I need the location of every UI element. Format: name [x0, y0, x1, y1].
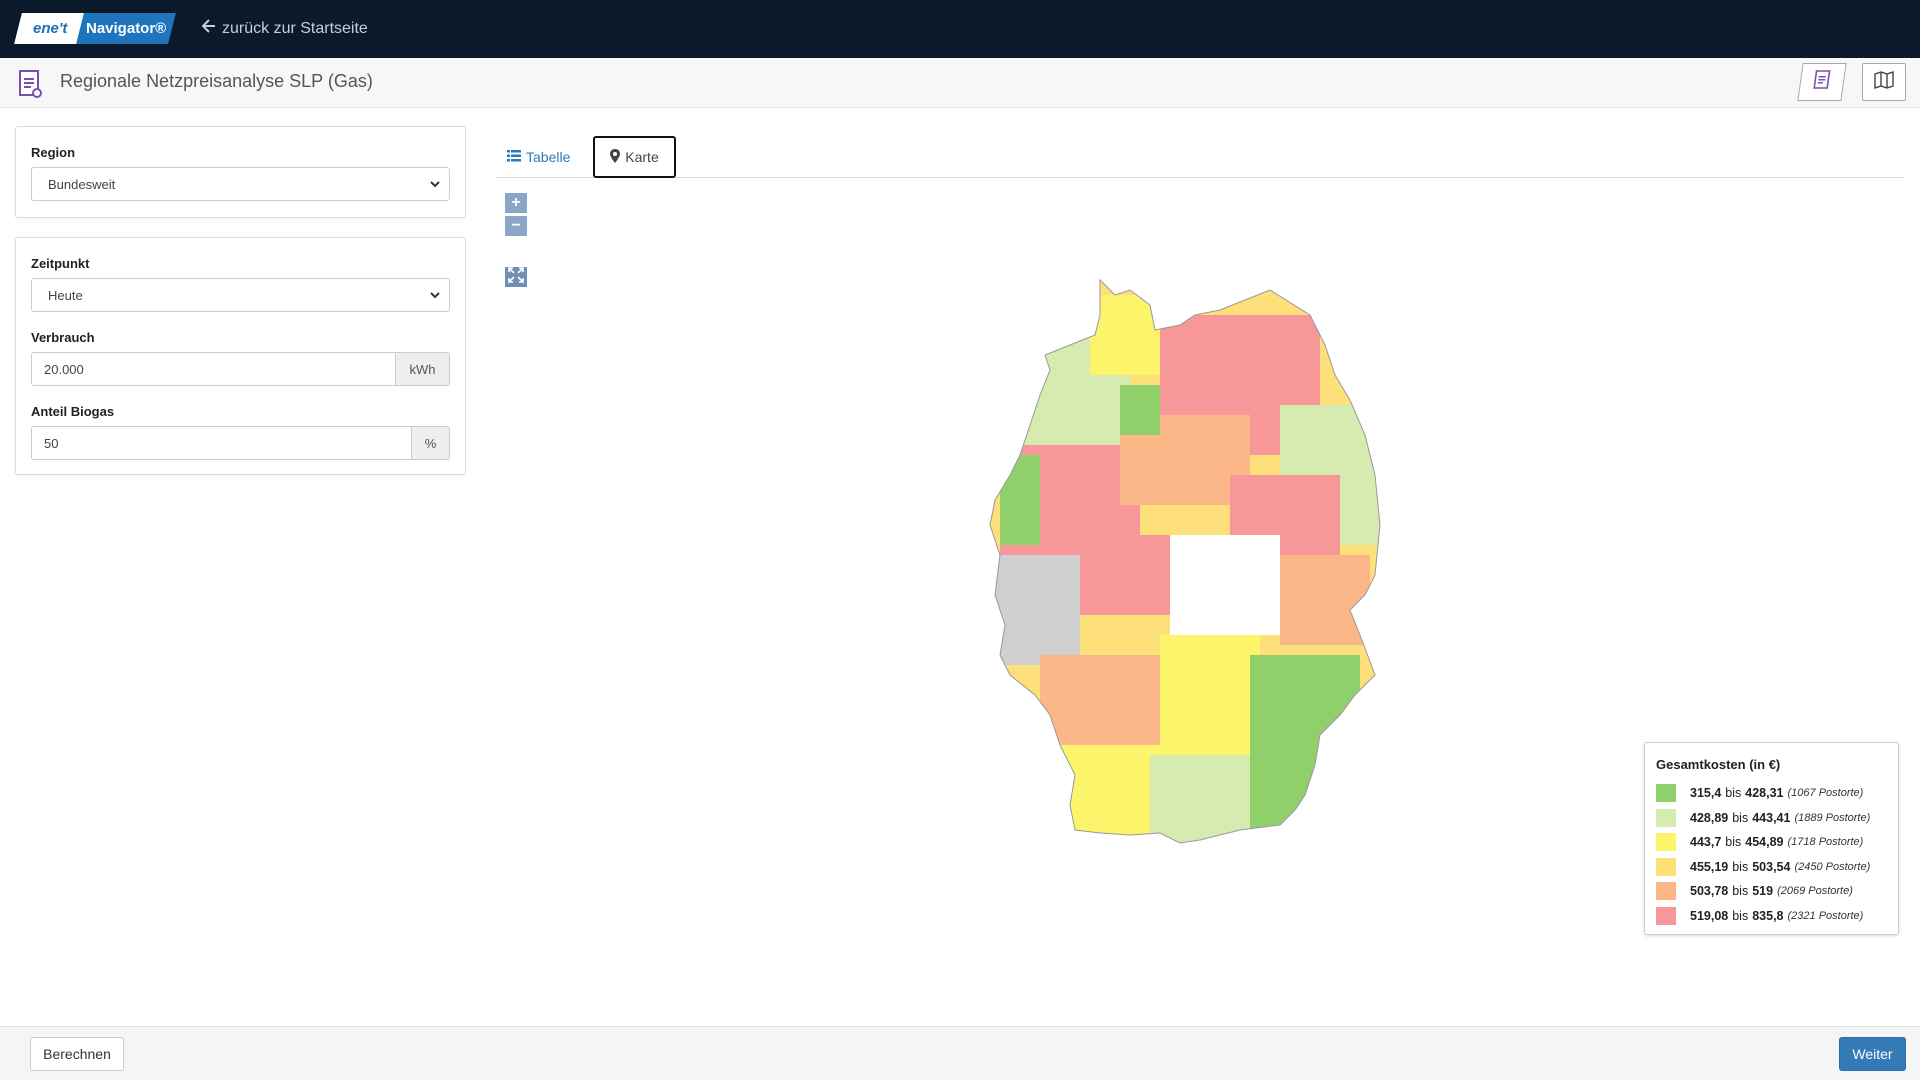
footer-bar: Berechnen Weiter	[0, 1026, 1920, 1080]
legend-separator: bis	[1732, 884, 1749, 899]
legend-swatch	[1656, 882, 1676, 901]
region-select-value: Bundesweit	[48, 177, 116, 192]
biogas-input-group: 50 %	[31, 426, 450, 460]
zeitpunkt-select[interactable]: Heute	[31, 278, 450, 312]
verbrauch-unit: kWh	[396, 352, 450, 386]
zoom-in-button[interactable]: +	[505, 193, 527, 213]
map-icon	[1874, 70, 1894, 94]
navigator-logo[interactable]: ene't Navigator®	[14, 13, 176, 44]
legend-count: (2321 Postorte)	[1787, 909, 1864, 922]
document-icon	[1811, 69, 1833, 95]
legend-swatch	[1656, 833, 1676, 852]
tab-tabelle[interactable]: Tabelle	[507, 136, 570, 178]
expand-icon	[508, 266, 524, 288]
legend-separator: bis	[1732, 810, 1749, 825]
legend-from: 428,89	[1690, 810, 1729, 825]
zeitpunkt-select-value: Heute	[48, 288, 83, 303]
logo-ene-text: ene't	[32, 20, 68, 37]
legend-to: 454,89	[1745, 835, 1784, 850]
legend-count: (1889 Postorte)	[1794, 811, 1871, 824]
legend-count: (2069 Postorte)	[1777, 885, 1853, 898]
list-icon	[507, 149, 521, 165]
view-tabs: Tabelle Karte	[495, 136, 1905, 178]
chevron-down-icon	[429, 178, 441, 193]
parameters-panel: Zeitpunkt Heute Verbrauch 20.000 kWh Ant…	[15, 237, 466, 475]
region-panel: Region Bundesweit	[15, 126, 466, 218]
legend-from: 455,19	[1690, 859, 1729, 874]
legend-swatch	[1656, 784, 1676, 803]
germany-choropleth-map[interactable]	[980, 275, 1420, 855]
tab-karte[interactable]: Karte	[593, 136, 676, 178]
page-title: Regionale Netzpreisanalyse SLP (Gas)	[60, 71, 373, 91]
legend-from: 503,78	[1690, 884, 1729, 899]
logo-navigator-text: Navigator®	[85, 20, 167, 37]
legend-swatch	[1656, 808, 1676, 827]
verbrauch-input[interactable]: 20.000	[31, 352, 396, 386]
top-navbar: ene't Navigator® zurück zur Startseite	[0, 0, 1920, 58]
legend-row: 315,4 bis 428,31 (1067 Postorte)	[1656, 781, 1887, 806]
legend-separator: bis	[1725, 835, 1742, 850]
biogas-input[interactable]: 50	[31, 426, 412, 460]
map-view-button[interactable]	[1862, 63, 1906, 101]
legend-to: 428,31	[1745, 786, 1784, 801]
legend-row: 455,19 bis 503,54 (2450 Postorte)	[1656, 855, 1887, 880]
legend-swatch	[1656, 906, 1676, 925]
legend-row: 503,78 bis 519 (2069 Postorte)	[1656, 879, 1887, 904]
legend-count: (1718 Postorte)	[1787, 836, 1864, 849]
legend-count: (1067 Postorte)	[1787, 787, 1864, 800]
report-view-button[interactable]	[1797, 63, 1847, 101]
zeitpunkt-label: Zeitpunkt	[31, 256, 90, 271]
next-button[interactable]: Weiter	[1839, 1037, 1906, 1071]
chevron-down-icon	[429, 289, 441, 304]
map-legend: Gesamtkosten (in €) 315,4 bis 428,31 (1067 …	[1644, 742, 1899, 935]
legend-separator: bis	[1732, 908, 1749, 923]
fullscreen-button[interactable]	[505, 266, 527, 288]
legend-row: 428,89 bis 443,41 (1889 Postorte)	[1656, 806, 1887, 831]
region-select[interactable]: Bundesweit	[31, 167, 450, 201]
tab-tabelle-label: Tabelle	[526, 149, 571, 165]
legend-from: 519,08	[1690, 908, 1729, 923]
legend-count: (2450 Postorte)	[1794, 860, 1871, 873]
tab-karte-label: Karte	[625, 149, 659, 165]
legend-from: 443,7	[1690, 835, 1722, 850]
zoom-out-button[interactable]: −	[505, 216, 527, 236]
report-icon	[18, 69, 44, 99]
back-to-start-link[interactable]: zurück zur Startseite	[201, 19, 368, 38]
back-link-label: zurück zur Startseite	[222, 19, 368, 37]
biogas-label: Anteil Biogas	[31, 404, 115, 419]
legend-to: 443,41	[1752, 810, 1791, 825]
biogas-unit: %	[412, 426, 450, 460]
page-header: Regionale Netzpreisanalyse SLP (Gas)	[0, 58, 1920, 108]
legend-title: Gesamtkosten (in €)	[1656, 757, 1781, 772]
verbrauch-label: Verbrauch	[31, 330, 95, 345]
arrow-left-icon	[201, 19, 216, 38]
legend-row: 443,7 bis 454,89 (1718 Postorte)	[1656, 830, 1887, 855]
region-label: Region	[31, 145, 76, 160]
legend-to: 835,8	[1752, 908, 1784, 923]
calculate-button[interactable]: Berechnen	[30, 1037, 124, 1071]
legend-separator: bis	[1732, 859, 1749, 874]
legend-to: 503,54	[1752, 859, 1791, 874]
verbrauch-input-group: 20.000 kWh	[31, 352, 450, 386]
legend-to: 519	[1752, 884, 1774, 899]
legend-separator: bis	[1725, 786, 1742, 801]
map-marker-icon	[610, 148, 621, 166]
legend-row: 519,08 bis 835,8 (2321 Postorte)	[1656, 904, 1887, 929]
legend-from: 315,4	[1690, 786, 1722, 801]
legend-swatch	[1656, 857, 1676, 876]
